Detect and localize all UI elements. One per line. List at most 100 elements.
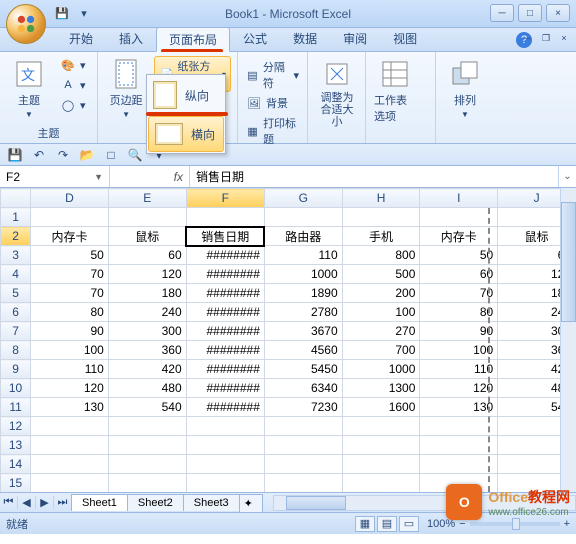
close-button[interactable]: × bbox=[546, 4, 570, 22]
minimize-button[interactable]: ─ bbox=[490, 4, 514, 22]
cell[interactable] bbox=[108, 474, 186, 493]
cell[interactable]: 1600 bbox=[342, 398, 420, 417]
theme-colors-button[interactable]: 🎨▾ bbox=[58, 56, 88, 74]
cell[interactable]: 100 bbox=[420, 341, 498, 360]
cell[interactable]: 6340 bbox=[264, 379, 342, 398]
formula-input[interactable]: 销售日期 bbox=[190, 166, 558, 187]
row-header[interactable]: 2 bbox=[1, 227, 31, 246]
cell[interactable] bbox=[342, 474, 420, 493]
cell[interactable]: 1000 bbox=[342, 360, 420, 379]
row-header[interactable]: 13 bbox=[1, 436, 31, 455]
row-header[interactable]: 14 bbox=[1, 455, 31, 474]
col-header-D[interactable]: D bbox=[31, 189, 109, 208]
cell[interactable] bbox=[342, 455, 420, 474]
cell[interactable]: ######## bbox=[186, 303, 264, 322]
row-header[interactable]: 1 bbox=[1, 208, 31, 227]
cell[interactable] bbox=[31, 436, 109, 455]
mdi-restore[interactable]: ❐ bbox=[538, 31, 554, 45]
sheet-tab-Sheet1[interactable]: Sheet1 bbox=[71, 494, 128, 511]
vertical-scrollbar[interactable] bbox=[560, 188, 576, 492]
print-preview-icon[interactable]: 🔍 bbox=[126, 147, 144, 163]
new-icon[interactable]: □ bbox=[102, 147, 120, 163]
cell[interactable]: 60 bbox=[420, 265, 498, 284]
cell[interactable]: 70 bbox=[31, 284, 109, 303]
cell[interactable] bbox=[186, 208, 264, 227]
cell[interactable]: 270 bbox=[342, 322, 420, 341]
tab-公式[interactable]: 公式 bbox=[230, 26, 280, 51]
cell[interactable] bbox=[186, 417, 264, 436]
chevron-down-icon[interactable]: ▼ bbox=[94, 172, 103, 182]
cell[interactable] bbox=[420, 436, 498, 455]
cell[interactable]: 1000 bbox=[264, 265, 342, 284]
tab-插入[interactable]: 插入 bbox=[106, 26, 156, 51]
fx-button[interactable]: fx bbox=[110, 166, 190, 187]
mdi-close[interactable]: × bbox=[556, 31, 572, 45]
cell[interactable] bbox=[342, 436, 420, 455]
cell[interactable]: 50 bbox=[31, 246, 109, 265]
col-header-F[interactable]: F bbox=[186, 189, 264, 208]
name-box[interactable]: F2 ▼ bbox=[0, 166, 110, 187]
row-header[interactable]: 9 bbox=[1, 360, 31, 379]
cell[interactable]: ######## bbox=[186, 246, 264, 265]
cell[interactable] bbox=[108, 455, 186, 474]
row-header[interactable]: 10 bbox=[1, 379, 31, 398]
cell[interactable]: 60 bbox=[108, 246, 186, 265]
cell[interactable] bbox=[186, 474, 264, 493]
cell[interactable]: 480 bbox=[108, 379, 186, 398]
cell[interactable] bbox=[108, 417, 186, 436]
sheet-options-button[interactable]: 工作表选项 bbox=[372, 56, 418, 126]
cell[interactable] bbox=[342, 208, 420, 227]
sheet-tab-Sheet2[interactable]: Sheet2 bbox=[127, 494, 184, 511]
cell[interactable]: ######## bbox=[186, 322, 264, 341]
row-header[interactable]: 12 bbox=[1, 417, 31, 436]
scrollbar-thumb[interactable] bbox=[561, 202, 576, 322]
cell[interactable]: 360 bbox=[108, 341, 186, 360]
cell[interactable]: 80 bbox=[31, 303, 109, 322]
sheet-tab-Sheet3[interactable]: Sheet3 bbox=[183, 494, 240, 511]
mdi-minimize[interactable]: ─ bbox=[520, 31, 536, 45]
scale-to-fit-button[interactable]: 调整为 合适大小 bbox=[314, 56, 360, 130]
cell[interactable]: 200 bbox=[342, 284, 420, 303]
redo-icon[interactable]: ↷ bbox=[54, 147, 72, 163]
cell[interactable] bbox=[342, 417, 420, 436]
cell[interactable] bbox=[186, 436, 264, 455]
cell[interactable] bbox=[31, 455, 109, 474]
row-header[interactable]: 15 bbox=[1, 474, 31, 493]
row-header[interactable]: 8 bbox=[1, 341, 31, 360]
cell[interactable]: 路由器 bbox=[264, 227, 342, 246]
cell[interactable] bbox=[108, 208, 186, 227]
cell[interactable]: 300 bbox=[108, 322, 186, 341]
new-sheet-button[interactable]: ✦ bbox=[239, 494, 263, 512]
cell[interactable]: 内存卡 bbox=[31, 227, 109, 246]
orientation-portrait[interactable]: 纵向 bbox=[147, 75, 225, 115]
cell[interactable]: 5450 bbox=[264, 360, 342, 379]
open-icon[interactable]: 📂 bbox=[78, 147, 96, 163]
row-header[interactable]: 6 bbox=[1, 303, 31, 322]
cell[interactable] bbox=[264, 455, 342, 474]
cell[interactable] bbox=[264, 474, 342, 493]
theme-effects-button[interactable]: ◯▾ bbox=[58, 96, 88, 114]
cell[interactable]: 鼠标 bbox=[108, 227, 186, 246]
view-pagebreak-button[interactable]: ▭ bbox=[399, 516, 419, 532]
cell[interactable]: 手机 bbox=[342, 227, 420, 246]
cell[interactable]: 100 bbox=[31, 341, 109, 360]
cell[interactable]: 540 bbox=[108, 398, 186, 417]
save-icon[interactable]: 💾 bbox=[6, 147, 24, 163]
themes-button[interactable]: 文 主题 ▼ bbox=[6, 56, 52, 121]
select-all[interactable] bbox=[1, 189, 31, 208]
cell[interactable]: 3670 bbox=[264, 322, 342, 341]
cell[interactable]: 110 bbox=[264, 246, 342, 265]
cell[interactable]: ######## bbox=[186, 360, 264, 379]
col-header-I[interactable]: I bbox=[420, 189, 498, 208]
cell[interactable]: 240 bbox=[108, 303, 186, 322]
orientation-landscape[interactable]: 横向 bbox=[148, 116, 224, 152]
cell[interactable]: 120 bbox=[31, 379, 109, 398]
cell[interactable]: 50 bbox=[420, 246, 498, 265]
cell[interactable] bbox=[420, 455, 498, 474]
row-header[interactable]: 3 bbox=[1, 246, 31, 265]
cell[interactable]: 120 bbox=[108, 265, 186, 284]
cell[interactable]: 130 bbox=[420, 398, 498, 417]
row-header[interactable]: 4 bbox=[1, 265, 31, 284]
cell[interactable]: ######## bbox=[186, 379, 264, 398]
cell[interactable]: 2780 bbox=[264, 303, 342, 322]
